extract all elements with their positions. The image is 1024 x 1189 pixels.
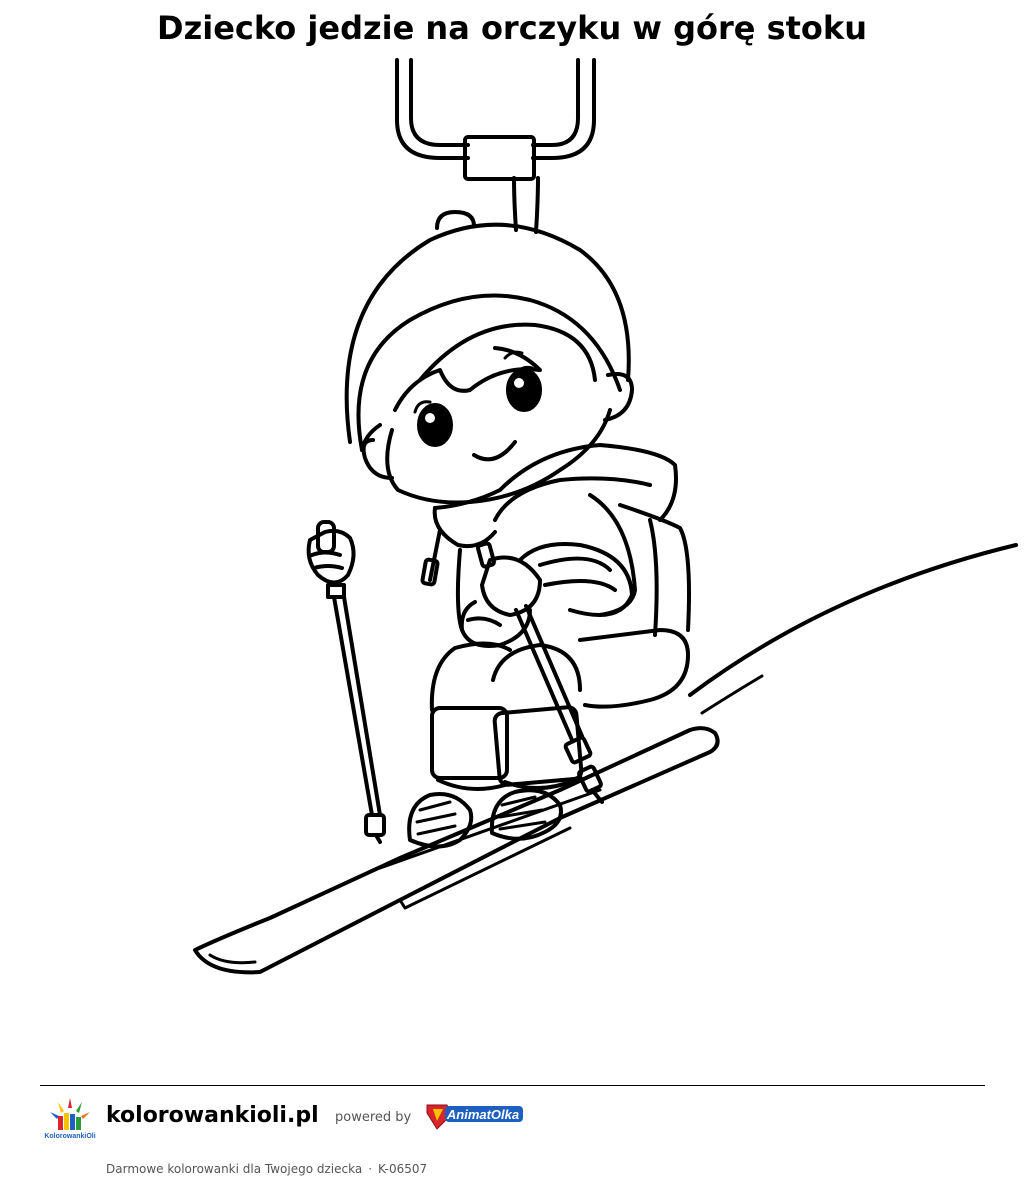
tagline-separator: · (368, 1162, 373, 1176)
animatolka-logo[interactable]: AnimatOlka (425, 1097, 525, 1131)
skis (193, 726, 720, 975)
partner-logo-text: AnimatOlka (446, 1107, 519, 1122)
tagline-text: Darmowe kolorowanki dla Twojego dziecka (106, 1162, 363, 1176)
left-ski-pole (306, 520, 386, 844)
t-bar-seat (578, 628, 690, 709)
site-logo-text: KolorowankiOli (44, 1133, 95, 1140)
footer: KolorowankiOli kolorowankioli.pl powered… (40, 1092, 985, 1187)
coloring-illustration (0, 50, 1024, 1080)
slope-hill (688, 543, 1018, 715)
powered-by-label: powered by (335, 1110, 412, 1125)
page-code: K-06507 (378, 1162, 428, 1176)
child-face (361, 322, 634, 505)
page-title: Dziecko jedzie na orczyku w górę stoku (157, 9, 867, 47)
lift-hanger (395, 58, 596, 234)
footer-divider (40, 1085, 985, 1086)
site-logo[interactable]: KolorowankiOli (44, 1094, 96, 1142)
site-name[interactable]: kolorowankioli.pl (106, 1102, 319, 1130)
footer-tagline: Darmowe kolorowanki dla Twojego dziecka ·… (106, 1161, 427, 1177)
legs (429, 641, 584, 791)
arms-gloves (459, 541, 634, 648)
